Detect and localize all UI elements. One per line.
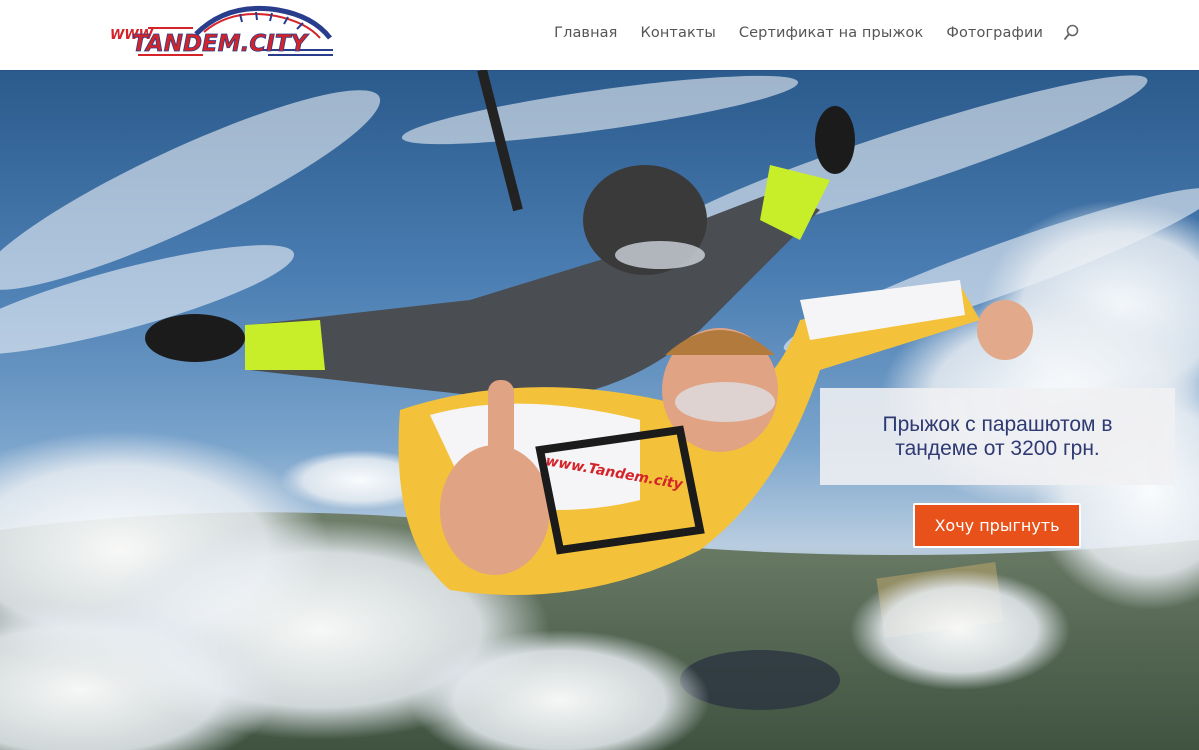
logo-name: TANDEM.CITY (132, 31, 310, 57)
nav-item-photos[interactable]: Фотографии (946, 25, 1043, 41)
nav-item-certificate[interactable]: Сертификат на прыжок (739, 25, 923, 41)
nav-item-contacts[interactable]: Контакты (640, 25, 715, 41)
promo-box: Прыжок с парашютом в тандеме от 3200 грн… (820, 388, 1175, 485)
jump-cta-button[interactable]: Хочу прыгнуть (913, 503, 1081, 548)
logo-graphic: WWW. TANDEM.CITY (110, 5, 333, 57)
search-icon[interactable] (1063, 24, 1079, 42)
promo-text: Прыжок с парашютом в тандеме от 3200 грн… (882, 412, 1113, 460)
site-logo[interactable]: WWW. TANDEM.CITY (108, 4, 338, 66)
site-header: WWW. TANDEM.CITY Главная Контакты Сертиф… (0, 0, 1199, 70)
hero-section: www.Tandem.city Прыжок с парашютом в тан… (0, 70, 1199, 750)
nav-item-home[interactable]: Главная (554, 25, 617, 41)
main-nav: Главная Контакты Сертификат на прыжок Фо… (554, 24, 1079, 42)
